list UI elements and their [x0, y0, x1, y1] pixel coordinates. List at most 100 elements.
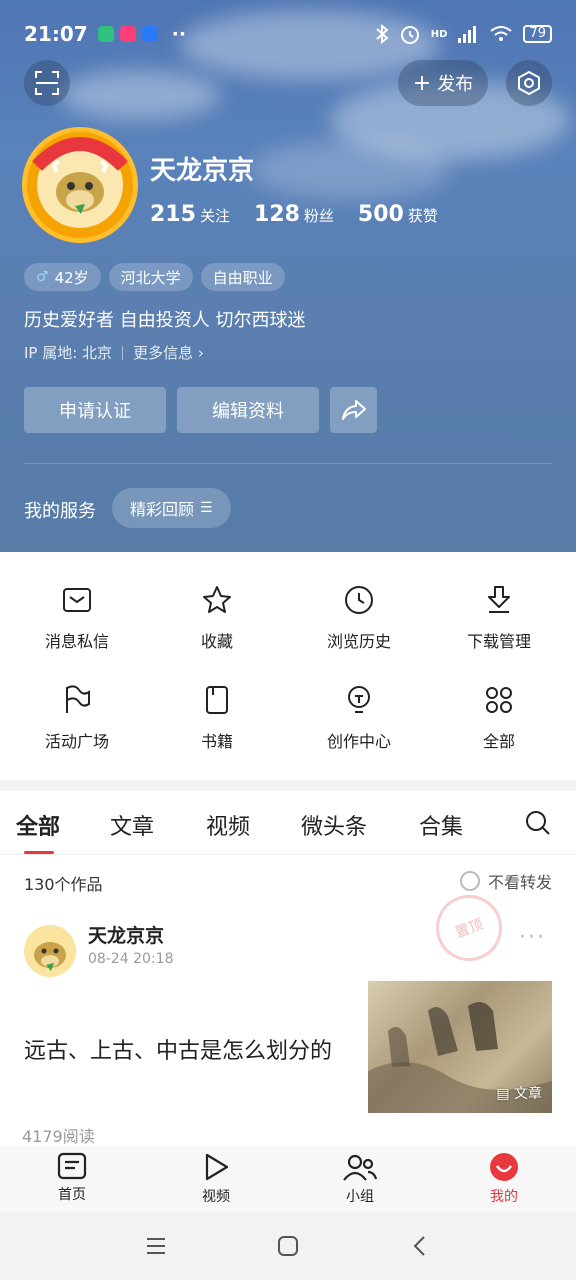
works-count: 130个作品: [24, 875, 103, 894]
tag-job: 自由职业: [200, 263, 285, 291]
bulb-icon: [348, 686, 370, 713]
search-icon: [526, 811, 550, 835]
active-tab-indicator: [24, 851, 54, 854]
scan-button[interactable]: [24, 60, 70, 106]
share-button[interactable]: [330, 387, 377, 433]
hide-reposts-label: 不看转发: [487, 873, 552, 892]
home-news-icon: [57, 1152, 87, 1180]
grid-item-creator-center[interactable]: 创作中心: [287, 684, 431, 752]
group-icon: [343, 1154, 378, 1181]
clock-icon: [345, 586, 373, 614]
tab-articles[interactable]: 文章: [110, 809, 154, 841]
back-chevron-icon: [413, 1236, 425, 1256]
cloud-decoration: [60, 70, 220, 120]
status-icons: HD 79: [375, 23, 552, 45]
grid-label: 收藏: [200, 632, 233, 651]
tab-micro-posts[interactable]: 微头条: [301, 809, 367, 841]
bottom-navigation: 首页 视频 小组 我的: [0, 1146, 576, 1212]
apply-certification-button[interactable]: 申请认证: [24, 387, 166, 433]
star-icon: [203, 586, 231, 613]
stat-following[interactable]: 215 关注: [150, 202, 230, 227]
tag-label: 42岁: [54, 268, 89, 287]
home-button[interactable]: [276, 1234, 300, 1262]
more-options-icon[interactable]: ···: [519, 925, 546, 950]
services-label: 我的服务: [24, 501, 96, 522]
tab-collections[interactable]: 合集: [419, 809, 463, 841]
gender-male-icon: ♂: [36, 269, 49, 285]
nav-video[interactable]: 视频: [176, 1152, 256, 1206]
publish-button[interactable]: + 发布: [398, 60, 488, 106]
recent-apps-button[interactable]: [144, 1234, 168, 1262]
post-author-name[interactable]: 天龙京京: [88, 921, 164, 948]
square-home-icon: [278, 1236, 298, 1256]
grid-item-downloads[interactable]: 下载管理: [427, 584, 571, 652]
grid-item-activities[interactable]: 活动广场: [5, 684, 149, 752]
tag-label: 自由职业: [212, 268, 273, 287]
grid-item-all[interactable]: 全部: [427, 684, 571, 752]
read-count: 4179阅读: [22, 1127, 95, 1146]
profile-tags: ♂ 42岁 河北大学 自由职业: [24, 263, 285, 291]
article-icon: ▤: [496, 1086, 510, 1102]
stat-likes[interactable]: 500 获赞: [358, 202, 438, 227]
highlights-review-label: 精彩回顾: [130, 500, 195, 519]
works-tabs: 全部 文章 视频 微头条 合集: [0, 791, 576, 855]
app-notification-icon: [97, 26, 114, 42]
hide-reposts-toggle[interactable]: 不看转发: [459, 869, 552, 893]
stat-label: 获赞: [407, 207, 438, 225]
nav-label: 小组: [346, 1189, 374, 1205]
tab-videos[interactable]: 视频: [206, 809, 250, 841]
stat-followers[interactable]: 128 粉丝: [254, 202, 334, 227]
highlights-review-button[interactable]: 精彩回顾 ☰: [112, 488, 231, 528]
pinned-stamp: 置顶: [426, 885, 512, 971]
edit-profile-button[interactable]: 编辑资料: [177, 387, 319, 433]
stat-number: 128: [253, 202, 300, 227]
grid-label: 书籍: [200, 732, 233, 751]
post-author-avatar[interactable]: [24, 925, 76, 977]
search-button[interactable]: [524, 809, 552, 841]
stat-label: 粉丝: [303, 207, 334, 225]
status-time: 21:07: [24, 22, 88, 46]
app-notification-icon: [119, 26, 136, 42]
profile-header: 21:07 ·· HD 79 + 发布 天龙京京 215 关注 128 粉丝 5…: [0, 0, 576, 552]
divider: [24, 463, 552, 464]
nav-mine[interactable]: 我的: [464, 1152, 544, 1206]
more-info-link[interactable]: 更多信息 ›: [133, 342, 204, 363]
tag-age: ♂ 42岁: [24, 263, 101, 291]
stat-label: 关注: [199, 207, 230, 225]
nav-home[interactable]: 首页: [32, 1152, 112, 1204]
hd-signal-text: HD: [430, 28, 448, 40]
cloud-decoration: [250, 140, 450, 200]
grid-item-books[interactable]: 书籍: [145, 684, 289, 752]
nav-label: 首页: [58, 1187, 86, 1203]
grid-label: 创作中心: [326, 732, 391, 751]
stat-number: 500: [357, 202, 404, 227]
chevron-right-icon: ›: [197, 344, 204, 362]
settings-button[interactable]: [506, 60, 552, 106]
profile-stats: 215 关注 128 粉丝 500 获赞: [150, 202, 438, 227]
article-type-tag: ▤ 文章: [496, 1083, 542, 1103]
grid-item-history[interactable]: 浏览历史: [287, 584, 431, 652]
article-type-label: 文章: [514, 1086, 542, 1102]
grid-item-messages[interactable]: 消息私信: [5, 584, 149, 652]
nav-label: 视频: [202, 1189, 230, 1205]
tab-all[interactable]: 全部: [16, 809, 60, 841]
post-time: 08-24 20:18: [88, 951, 174, 967]
avatar[interactable]: [22, 127, 138, 243]
download-icon: [488, 586, 510, 613]
grid-icon: [486, 687, 512, 713]
signal-icon: [458, 26, 477, 43]
profile-face-icon: [490, 1153, 518, 1181]
back-button[interactable]: [408, 1234, 432, 1262]
plus-icon: +: [412, 70, 432, 96]
stat-number: 215: [150, 202, 196, 227]
menu-icon: [147, 1238, 165, 1254]
mail-icon: [63, 588, 91, 612]
grid-item-favorites[interactable]: 收藏: [145, 584, 289, 652]
profile-name: 天龙京京: [150, 156, 255, 186]
radio-unchecked-icon: [459, 871, 480, 891]
post-thumbnail[interactable]: ▤ 文章: [368, 981, 552, 1113]
post-title[interactable]: 远古、上古、中古是怎么划分的: [24, 1033, 332, 1065]
creator-badge-arc: [31, 137, 129, 172]
nav-groups[interactable]: 小组: [320, 1152, 400, 1206]
app-notification-icon: [141, 26, 158, 42]
